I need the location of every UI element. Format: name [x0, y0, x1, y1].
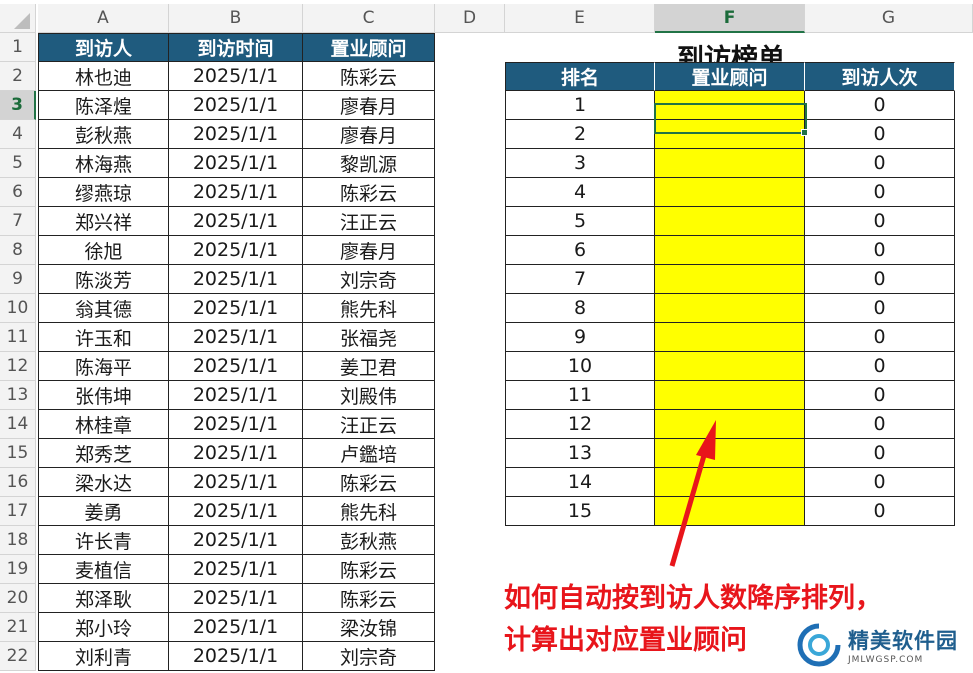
annotation-line-2: 计算出对应置业顾问 [504, 625, 747, 656]
arrow-annotation [669, 420, 716, 567]
watermark-text: 精美软件园 [848, 629, 958, 653]
annotation-line-1: 如何自动按到访人数降序排列， [504, 583, 882, 614]
logo-icon [797, 623, 841, 667]
watermark-sub: JMLWGSP.COM [848, 655, 924, 665]
watermark-badge: 精美软件园 JMLWGSP.COM [790, 620, 968, 670]
